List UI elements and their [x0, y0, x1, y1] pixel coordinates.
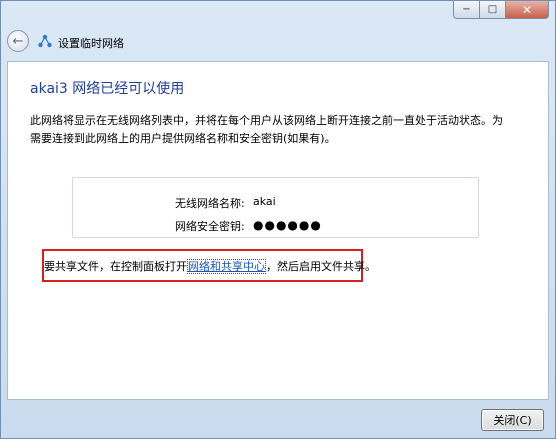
page-heading: akai3 网络已经可以使用: [30, 81, 185, 97]
arrow-left-icon: ←: [12, 33, 24, 49]
network-name-label: 无线网络名称:: [175, 197, 245, 210]
share-suffix-text: ，然后启用文件共享。: [266, 260, 376, 273]
close-button[interactable]: 关闭(C): [481, 409, 544, 431]
minimize-icon: −: [462, 4, 471, 15]
security-key-value: ●●●●●●: [253, 218, 322, 232]
security-key-label: 网络安全密钥:: [175, 220, 245, 233]
close-window-button[interactable]: ✕: [505, 1, 549, 19]
share-prefix-text: 要共享文件，在控制面板打开: [44, 260, 187, 273]
dialog-title: 设置临时网络: [58, 37, 124, 50]
share-instructions: 要共享文件，在控制面板打开网络和共享中心，然后启用文件共享。: [44, 258, 376, 274]
caption-buttons: − □ ✕: [453, 1, 549, 19]
minimize-button[interactable]: −: [453, 1, 479, 19]
maximize-button[interactable]: □: [479, 1, 505, 19]
close-icon: ✕: [521, 2, 533, 17]
description-text: 此网络将显示在无线网络列表中，并将在每个用户从该网络上断开连接之前一直处于活动状…: [30, 114, 503, 145]
title-bar: − □ ✕: [1, 1, 555, 23]
adhoc-network-icon: [38, 34, 52, 48]
network-info-box: 无线网络名称: akai 网络安全密钥: ●●●●●●: [72, 177, 479, 238]
footer-bar: 关闭(C): [1, 401, 555, 438]
back-button[interactable]: ←: [7, 30, 29, 52]
network-name-value: akai: [253, 195, 276, 208]
maximize-icon: □: [487, 4, 498, 15]
navigation-bar: ← 设置临时网络: [1, 23, 555, 59]
content-panel: akai3 网络已经可以使用 此网络将显示在无线网络列表中，并将在每个用户从该网…: [7, 61, 549, 400]
dialog-window: − □ ✕ ← 设置临时网络 akai3 网络已经可以使用 此网络将显示在无线网…: [0, 0, 556, 439]
network-sharing-center-link[interactable]: 网络和共享中心: [187, 259, 266, 274]
